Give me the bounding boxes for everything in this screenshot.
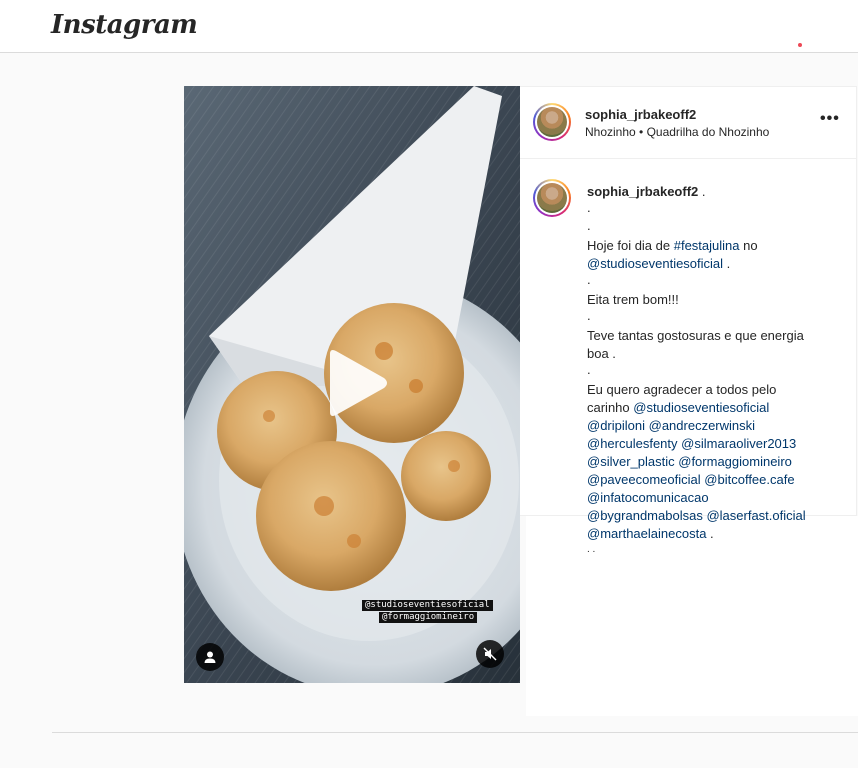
mention-link[interactable]: @dripiloni (587, 418, 645, 433)
mention-link[interactable]: @bitcoffee.cafe (704, 472, 794, 487)
mention-link[interactable]: @formaggiomineiro (678, 454, 792, 469)
caption-truncated-dots: . . (587, 544, 596, 555)
caption-text: . (723, 256, 731, 271)
instagram-logo[interactable]: Instagram (51, 10, 198, 40)
mention-link[interactable]: @studioseventiesoficial (633, 400, 769, 415)
mention-link[interactable]: @studioseventiesoficial (587, 256, 723, 271)
mention-sticker[interactable]: @formaggiomineiro (379, 612, 478, 623)
caption-dot: . (587, 272, 591, 287)
mention-link[interactable]: @silmaraoliver2013 (681, 436, 796, 451)
post-media[interactable]: @studioseventiesoficial @formaggiomineir… (184, 86, 520, 683)
caption-dot: . (587, 308, 591, 323)
avatar[interactable] (533, 103, 571, 141)
mute-icon[interactable] (476, 640, 504, 668)
caption-text: Eita trem bom!!! (587, 292, 679, 307)
mention-sticker[interactable]: @studioseventiesoficial (362, 600, 493, 611)
caption-text: Teve tantas gostosuras e que energia (587, 328, 804, 343)
mention-link[interactable]: @laserfast.oficial (706, 508, 805, 523)
hashtag-link[interactable]: #festajulina (674, 238, 740, 253)
post-header: sophia_jrbakeoff2 Nhozinho • Quadrilha d… (520, 87, 857, 159)
caption-text: no (739, 238, 758, 253)
mention-link[interactable]: @infatocomunicacao (587, 490, 709, 505)
more-options-icon[interactable]: ••• (820, 111, 840, 130)
post-location[interactable]: Nhozinho • Quadrilha do Nhozinho (585, 125, 769, 139)
mention-link[interactable]: @silver_plastic (587, 454, 675, 469)
caption-avatar[interactable] (533, 179, 571, 217)
top-nav-bar: Instagram (0, 0, 858, 53)
caption-text: . (706, 526, 714, 541)
footer-divider (52, 732, 858, 733)
caption-dot: . (587, 362, 591, 377)
caption-author-username[interactable]: sophia_jrbakeoff2 (587, 184, 698, 199)
play-icon[interactable] (322, 348, 392, 418)
caption-dot: . (587, 200, 591, 215)
caption-text: carinho (587, 400, 634, 415)
caption-text: Eu quero agradecer a todos pelo (587, 382, 777, 397)
post-author-username[interactable]: sophia_jrbakeoff2 (585, 107, 696, 122)
caption-text: boa . (587, 346, 616, 361)
mention-link[interactable]: @andreczerwinski (649, 418, 755, 433)
post-caption: sophia_jrbakeoff2 . . . Hoje foi dia de … (587, 183, 827, 561)
mention-link[interactable]: @marthaelainecosta (587, 526, 706, 541)
mention-link[interactable]: @bygrandmabolsas (587, 508, 703, 523)
caption-author-suffix: . (698, 184, 706, 199)
caption-text: Hoje foi dia de (587, 238, 674, 253)
mention-link[interactable]: @paveecomeoficial (587, 472, 701, 487)
notification-dot (798, 43, 802, 47)
mention-link[interactable]: @herculesfenty (587, 436, 678, 451)
user-tag-icon[interactable] (196, 643, 224, 671)
caption-dot: . (587, 218, 591, 233)
